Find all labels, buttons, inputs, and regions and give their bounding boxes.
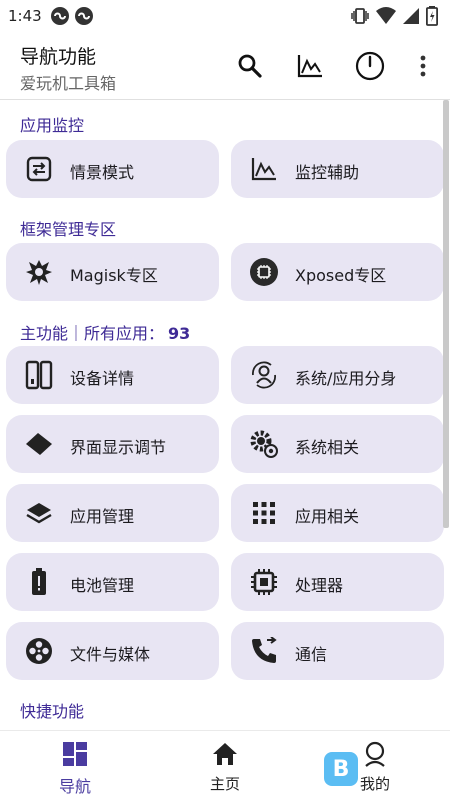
tile-system-related[interactable]: 系统相关 (231, 415, 444, 473)
tile-label: 处理器 (295, 576, 344, 595)
tile-device-info[interactable]: 设备详情 (6, 346, 219, 404)
layers-icon (24, 498, 54, 528)
tile-label: 文件与媒体 (70, 645, 151, 664)
nav-item-profile[interactable]: 我的 (300, 731, 450, 800)
status-bar: 1:43 (0, 0, 450, 32)
user-sync-icon (249, 360, 279, 390)
app-count: 93 (168, 324, 191, 343)
film-reel-icon (24, 636, 54, 666)
more-options-button[interactable] (405, 48, 441, 84)
monitor-button[interactable] (292, 48, 328, 84)
tile-label: Magisk专区 (70, 266, 158, 285)
tile-label: 电池管理 (70, 576, 135, 595)
tile-label: 情景模式 (70, 163, 135, 182)
phone-forward-icon (249, 636, 279, 666)
power-icon (355, 51, 385, 81)
xposed-icon (249, 257, 279, 287)
section-title-main: 主功能｜所有应用： 93 (20, 320, 190, 344)
swap-icon (24, 154, 54, 184)
nav-label: 导航 (58, 777, 91, 796)
section-title-monitor: 应用监控 (20, 116, 85, 135)
tile-file-media[interactable]: 文件与媒体 (6, 622, 219, 680)
nav-label: 我的 (359, 775, 390, 793)
watermark-logo: B (324, 752, 358, 786)
status-time: 1:43 (8, 7, 42, 25)
cpu-icon (249, 567, 279, 597)
notification-icon (74, 7, 93, 25)
tile-display-adjust[interactable]: 界面显示调节 (6, 415, 219, 473)
signal-icon (403, 8, 419, 24)
tile-app-related[interactable]: 应用相关 (231, 484, 444, 542)
diamond-icon (24, 429, 54, 459)
tile-app-manage[interactable]: 应用管理 (6, 484, 219, 542)
tile-communication[interactable]: 通信 (231, 622, 444, 680)
chart-icon (297, 55, 322, 78)
tile-monitor-assist[interactable]: 监控辅助 (231, 140, 444, 198)
tile-magisk[interactable]: Magisk专区 (6, 243, 219, 301)
watermark-logo-text: B (332, 756, 350, 782)
page-title: 导航功能 (20, 46, 97, 68)
profile-icon (365, 741, 385, 767)
page-subtitle: 爱玩机工具箱 (20, 74, 117, 93)
nav-label: 主页 (209, 775, 240, 793)
more-vert-icon (420, 55, 426, 77)
tile-label: 设备详情 (70, 369, 135, 388)
battery-icon (426, 6, 438, 26)
home-icon (213, 743, 237, 765)
app-bar: 导航功能 爱玩机工具箱 (0, 32, 450, 100)
power-button[interactable] (352, 48, 388, 84)
phone-info-icon (24, 360, 54, 390)
apps-grid-icon (249, 498, 279, 528)
settings-gear-icon (249, 429, 279, 459)
tile-scene-mode[interactable]: 情景模式 (6, 140, 219, 198)
tile-label: 系统/应用分身 (295, 369, 397, 388)
chart-icon (249, 154, 279, 184)
tile-label: 系统相关 (295, 438, 360, 457)
tile-label: 界面显示调节 (70, 438, 167, 457)
tile-xposed[interactable]: Xposed专区 (231, 243, 444, 301)
scrollbar[interactable] (443, 100, 449, 528)
dashboard-icon (63, 742, 87, 766)
search-icon (238, 54, 262, 78)
tile-label: 监控辅助 (295, 163, 360, 182)
section-title-framework: 框架管理专区 (20, 220, 117, 239)
wifi-icon (376, 7, 396, 24)
vibrate-icon (351, 8, 369, 24)
tile-label: 应用相关 (295, 507, 360, 526)
tile-processor[interactable]: 处理器 (231, 553, 444, 611)
tile-label: Xposed专区 (295, 266, 387, 285)
tile-battery-manage[interactable]: 电池管理 (6, 553, 219, 611)
nav-item-home[interactable]: 主页 (150, 731, 300, 800)
nav-item-navigation[interactable]: 导航 (0, 731, 150, 800)
search-button[interactable] (232, 48, 268, 84)
notification-icon (50, 7, 69, 25)
tile-label: 通信 (295, 645, 328, 664)
magisk-icon (24, 257, 54, 287)
bottom-navigation: 导航 主页 我的 (0, 730, 450, 800)
content-scroll[interactable]: 应用监控 情景模式 监控辅助 框架管理专区 Magisk专区 Xposed专区 … (0, 100, 450, 730)
tile-label: 应用管理 (70, 507, 135, 526)
section-title-main-label: 主功能｜所有应用： (20, 324, 165, 343)
tile-system-clone[interactable]: 系统/应用分身 (231, 346, 444, 404)
battery-alert-icon (24, 567, 54, 597)
section-title-quick: 快捷功能 (20, 702, 85, 721)
